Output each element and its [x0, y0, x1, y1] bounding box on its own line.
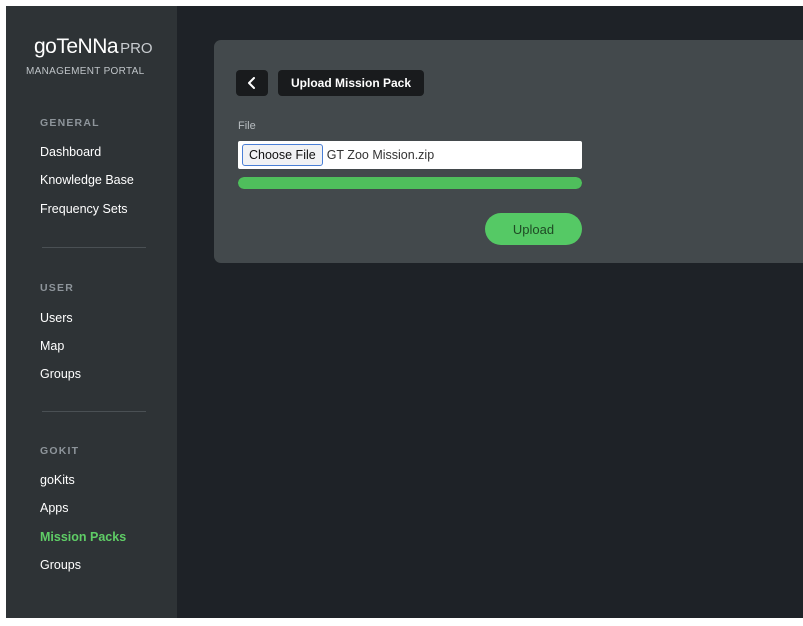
sidebar-divider	[42, 247, 146, 248]
sidebar-item-gokits[interactable]: goKits	[40, 473, 75, 487]
brand-suffix: PRO	[120, 40, 153, 57]
choose-file-button[interactable]: Choose File	[242, 144, 323, 166]
sidebar-item-frequency-sets[interactable]: Frequency Sets	[40, 202, 128, 216]
sidebar-item-gokit-groups[interactable]: Groups	[40, 558, 81, 572]
sidebar-item-map[interactable]: Map	[40, 339, 64, 353]
upload-panel: Upload Mission Pack File Choose File GT …	[214, 40, 803, 263]
chevron-left-icon	[248, 77, 255, 89]
brand-subtitle: MANAGEMENT PORTAL	[26, 66, 145, 77]
sidebar-divider	[42, 411, 146, 412]
upload-progress-bar	[238, 177, 582, 189]
file-input[interactable]: Choose File GT Zoo Mission.zip	[238, 141, 582, 169]
section-title-user: USER	[40, 282, 74, 294]
page-title: Upload Mission Pack	[278, 70, 424, 96]
sidebar: goTeNNa PRO MANAGEMENT PORTAL GENERAL Das…	[6, 6, 177, 618]
back-button[interactable]	[236, 70, 268, 96]
sidebar-item-user-groups[interactable]: Groups	[40, 367, 81, 381]
app-window: goTeNNa PRO MANAGEMENT PORTAL GENERAL Das…	[6, 6, 803, 618]
section-title-general: GENERAL	[40, 117, 100, 129]
brand-name: goTeNNa	[34, 35, 119, 58]
selected-file-name: GT Zoo Mission.zip	[326, 148, 435, 162]
brand-logo: goTeNNa PRO	[34, 36, 153, 57]
section-title-gokit: GOKIT	[40, 445, 80, 457]
sidebar-item-users[interactable]: Users	[40, 311, 73, 325]
file-label: File	[238, 120, 256, 132]
sidebar-item-apps[interactable]: Apps	[40, 501, 69, 515]
sidebar-item-mission-packs[interactable]: Mission Packs	[40, 530, 126, 544]
upload-progress-fill	[238, 177, 582, 189]
sidebar-item-dashboard[interactable]: Dashboard	[40, 145, 101, 159]
sidebar-item-knowledge-base[interactable]: Knowledge Base	[40, 173, 134, 187]
upload-button[interactable]: Upload	[485, 213, 582, 245]
